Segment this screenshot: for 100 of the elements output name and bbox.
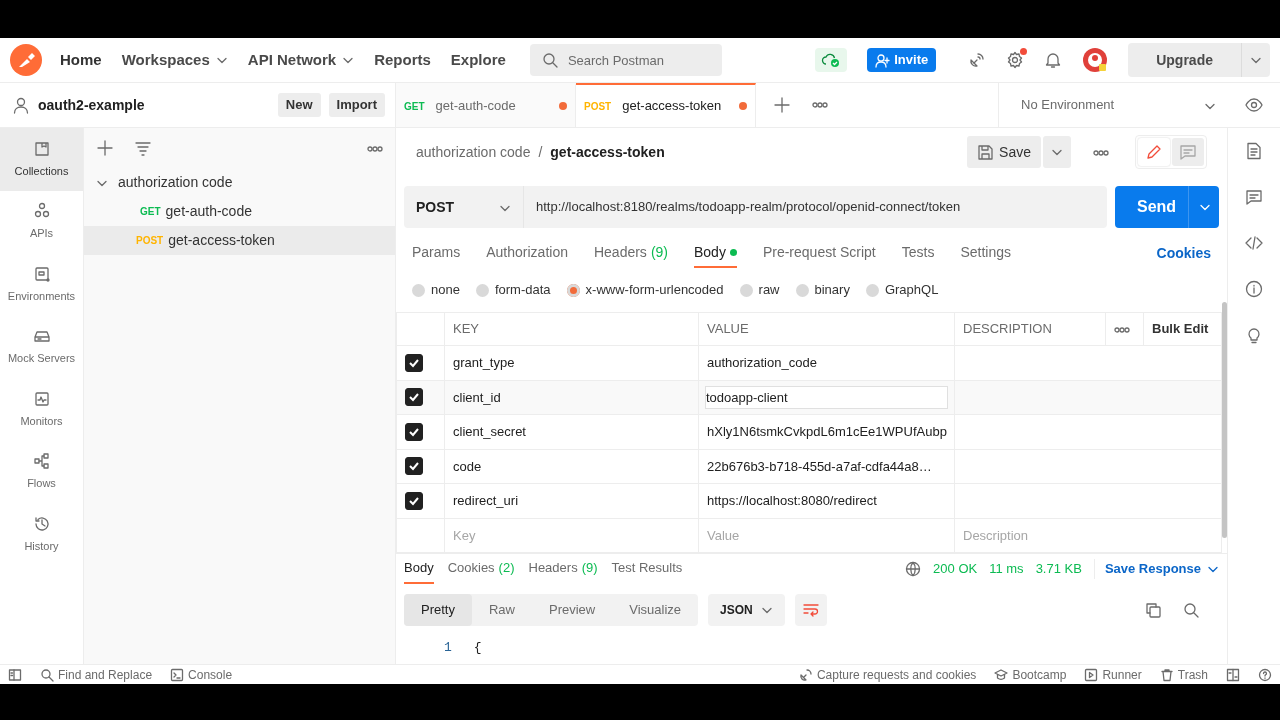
- comment-icon[interactable]: [1245, 188, 1263, 206]
- radio-option[interactable]: x-www-form-urlencoded: [566, 280, 724, 300]
- sidebar-item[interactable]: Environments: [0, 253, 83, 316]
- globe-icon[interactable]: [905, 561, 922, 577]
- collection-folder[interactable]: authorization code: [84, 168, 395, 197]
- settings-icon[interactable]: [1006, 51, 1025, 69]
- logo-icon[interactable]: [10, 44, 42, 76]
- save-response-button[interactable]: Save Response: [1093, 559, 1219, 579]
- input-field[interactable]: todoapp-client: [705, 385, 948, 409]
- check-icon: [408, 460, 420, 473]
- radio-button[interactable]: [865, 283, 879, 297]
- request-item[interactable]: GET get-auth-code: [84, 197, 395, 226]
- radio-option[interactable]: raw: [739, 280, 780, 300]
- format-select[interactable]: JSON: [708, 594, 785, 626]
- radio-button[interactable]: [566, 283, 580, 297]
- cookies-link[interactable]: Cookies: [1156, 238, 1211, 268]
- search-field[interactable]: Search Postman: [529, 44, 722, 76]
- plus-icon[interactable]: [96, 139, 114, 157]
- workspace-button[interactable]: New: [277, 93, 321, 117]
- sidebar-item[interactable]: History: [0, 503, 83, 566]
- workspace-button[interactable]: Import: [328, 93, 385, 117]
- request-tab[interactable]: Body: [694, 238, 737, 268]
- checkbox[interactable]: [405, 491, 423, 510]
- request-tab[interactable]: POST get-access-token: [576, 83, 756, 127]
- info-icon[interactable]: [1245, 280, 1263, 298]
- method-select[interactable]: POST: [404, 186, 524, 228]
- sidebar-item[interactable]: Collections: [0, 128, 83, 191]
- radio-button[interactable]: [739, 283, 753, 297]
- scrollbar[interactable]: [1222, 302, 1227, 538]
- status-bar-item[interactable]: Runner: [1084, 665, 1142, 684]
- status-bar-item[interactable]: Find and Replace: [40, 665, 153, 684]
- nav-link[interactable]: Reports: [364, 48, 441, 72]
- radio-button[interactable]: [795, 283, 809, 297]
- radio-option[interactable]: form-data: [475, 280, 551, 300]
- sidebar-toggle-icon[interactable]: [8, 667, 22, 682]
- method-label: POST: [136, 234, 164, 248]
- filter-icon[interactable]: [134, 139, 152, 157]
- copy-icon[interactable]: [1145, 602, 1161, 618]
- eye-icon[interactable]: [1245, 96, 1263, 114]
- sidebar-item[interactable]: Mock Servers: [0, 315, 83, 378]
- checkbox[interactable]: [405, 422, 423, 441]
- checkbox[interactable]: [405, 457, 423, 476]
- bell-icon[interactable]: [1044, 51, 1063, 69]
- response-tab[interactable]: Cookies (2): [447, 554, 515, 584]
- status-bar-item[interactable]: Capture requests and cookies: [798, 665, 977, 684]
- description-field[interactable]: Description: [955, 519, 1221, 552]
- response-tab[interactable]: Test Results: [611, 554, 683, 584]
- url-bar[interactable]: POST http://localhost:8180/realms/todoapp-realm/protocol/openid-connect/token: [404, 186, 1107, 228]
- request-tab[interactable]: GET get-auth-code: [396, 83, 576, 127]
- sidebar-item[interactable]: APIs: [0, 190, 83, 253]
- value-field[interactable]: Value: [699, 519, 954, 552]
- document-icon[interactable]: [1245, 142, 1263, 160]
- response-tab[interactable]: Body: [404, 554, 434, 584]
- satellite-icon[interactable]: [968, 51, 987, 69]
- layout-icon[interactable]: [1226, 667, 1240, 682]
- request-tab[interactable]: Authorization: [486, 238, 568, 268]
- key-field[interactable]: Key: [445, 519, 698, 552]
- status-bar-item[interactable]: Console: [170, 665, 233, 684]
- request-tab[interactable]: Headers (9): [593, 238, 668, 268]
- view-tab[interactable]: Preview: [532, 594, 613, 626]
- avatar-icon[interactable]: [1082, 47, 1109, 73]
- wrap-lines-button[interactable]: [794, 594, 827, 626]
- request-tab[interactable]: Tests: [901, 238, 935, 268]
- search-icon: [541, 52, 558, 68]
- breadcrumb-link[interactable]: authorization code: [416, 141, 531, 163]
- environment-select[interactable]: No Environment: [998, 83, 1228, 127]
- view-tab[interactable]: Visualize: [612, 594, 699, 626]
- view-tab[interactable]: Raw: [471, 594, 532, 626]
- nav-link[interactable]: API Network: [237, 48, 365, 72]
- sync-status-icon[interactable]: [815, 48, 848, 72]
- request-tab[interactable]: Params: [412, 238, 461, 268]
- radio-option[interactable]: none: [412, 280, 460, 300]
- help-icon[interactable]: [1258, 667, 1272, 682]
- radio-option[interactable]: GraphQL: [865, 280, 939, 300]
- request-name: get-access-token: [550, 142, 665, 162]
- edit-button[interactable]: [1138, 138, 1170, 166]
- nav-link[interactable]: Workspaces: [111, 48, 238, 72]
- sidebar-item[interactable]: Monitors: [0, 378, 83, 441]
- collection-icon: [32, 139, 51, 158]
- checkbox[interactable]: [405, 353, 423, 372]
- radio-button[interactable]: [475, 283, 489, 297]
- request-tab[interactable]: Pre-request Script: [762, 238, 876, 268]
- checkbox[interactable]: [405, 388, 423, 407]
- response-tab[interactable]: Headers (9): [528, 554, 598, 584]
- code-icon[interactable]: [1245, 234, 1263, 252]
- sidebar-item[interactable]: Flows: [0, 440, 83, 503]
- nav-link[interactable]: Home: [50, 48, 112, 72]
- radio-button[interactable]: [412, 283, 425, 297]
- view-tab[interactable]: Pretty: [404, 594, 472, 626]
- invite-button[interactable]: Invite: [867, 48, 937, 72]
- status-bar-item[interactable]: Trash: [1159, 665, 1208, 684]
- plus-icon[interactable]: [774, 97, 790, 113]
- lightbulb-icon[interactable]: [1245, 326, 1263, 344]
- radio-option[interactable]: binary: [795, 280, 850, 300]
- request-tab[interactable]: Settings: [960, 238, 1012, 268]
- request-item[interactable]: POST get-access-token: [84, 226, 395, 255]
- search-icon[interactable]: [1183, 602, 1199, 618]
- status-bar-item[interactable]: Bootcamp: [994, 665, 1067, 684]
- save-button[interactable]: Save: [967, 136, 1041, 168]
- nav-link[interactable]: Explore: [440, 48, 516, 72]
